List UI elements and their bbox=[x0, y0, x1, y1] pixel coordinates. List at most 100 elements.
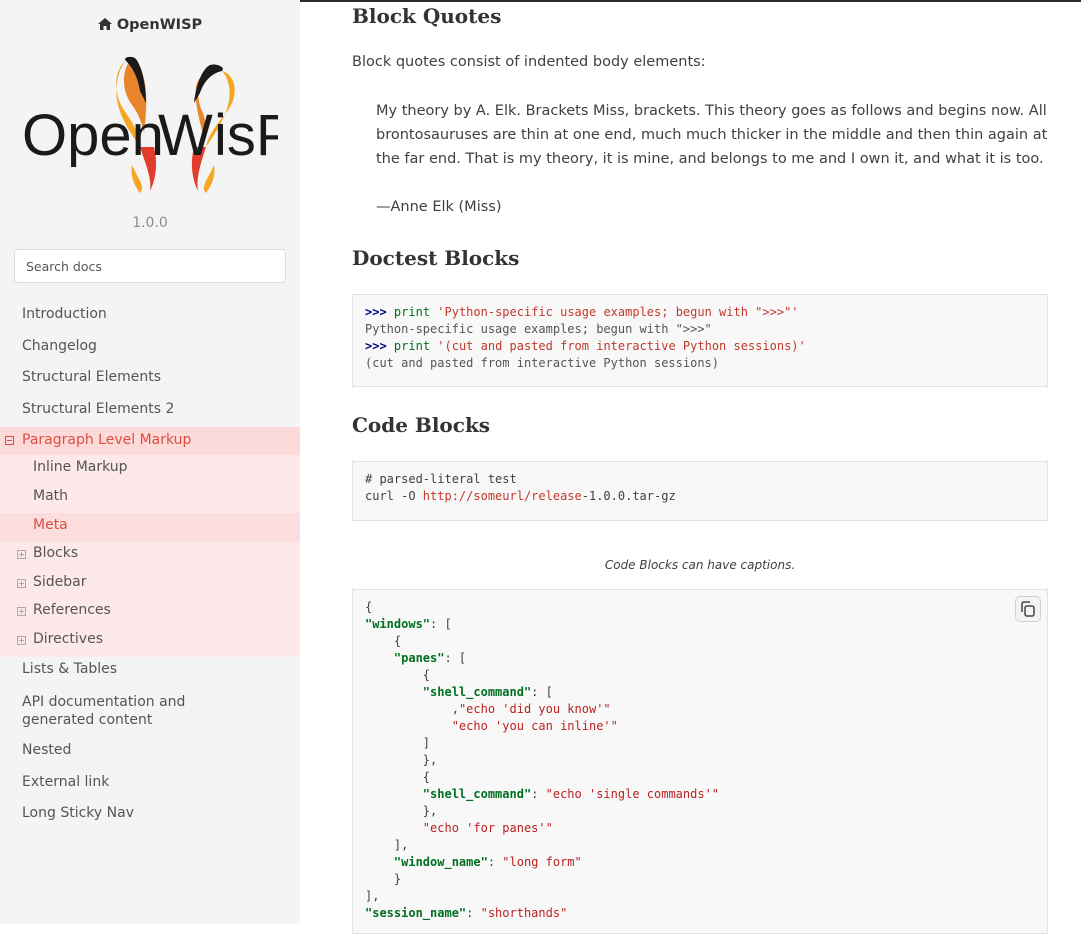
code-line: { bbox=[365, 633, 1035, 650]
nav-item-introduction[interactable]: Introduction bbox=[0, 306, 300, 322]
expand-icon[interactable] bbox=[17, 607, 26, 616]
block-quote-text: My theory by A. Elk. Brackets Miss, brac… bbox=[376, 103, 1048, 167]
nav-item-inline-markup[interactable]: Inline Markup bbox=[0, 459, 300, 475]
expand-icon[interactable] bbox=[17, 579, 26, 588]
code-caption: Code Blocks can have captions. bbox=[604, 558, 796, 572]
openwisp-logo[interactable]: Open W isP bbox=[22, 55, 295, 195]
version-label: 1.0.0 bbox=[132, 215, 168, 231]
nav-label: Structural Elements 2 bbox=[22, 401, 175, 417]
output: Python-specific usage examples; begun wi… bbox=[365, 322, 712, 336]
nav-item-nested[interactable]: Nested bbox=[0, 742, 300, 758]
nav-item-changelog[interactable]: Changelog bbox=[0, 338, 300, 354]
code-post: : bbox=[466, 906, 481, 920]
nav-label: Structural Elements bbox=[22, 369, 161, 385]
code-post: : [ bbox=[531, 685, 553, 699]
filename-suffix: -1.0.0.tar-gz bbox=[581, 489, 676, 503]
code-line: ,"echo 'did you know'" bbox=[365, 701, 1035, 718]
expand-icon[interactable] bbox=[17, 636, 26, 645]
code-pre: ] bbox=[365, 736, 431, 750]
code-pre: { bbox=[365, 600, 373, 614]
code-line: "windows": [ bbox=[365, 616, 1035, 633]
code-str: "echo 'you can inline'" bbox=[451, 719, 618, 733]
comment: # parsed-literal test bbox=[365, 472, 517, 486]
block-quotes-intro: Block quotes consist of indented body el… bbox=[352, 54, 706, 70]
nav-label: Paragraph Level Markup bbox=[22, 432, 192, 448]
nav-item-long-sticky-nav[interactable]: Long Sticky Nav bbox=[0, 805, 300, 821]
nav-item-structural-elements[interactable]: Structural Elements bbox=[0, 369, 300, 385]
nav-label: Changelog bbox=[22, 338, 97, 354]
nav-item-structural-elements-2[interactable]: Structural Elements 2 bbox=[0, 401, 300, 417]
nav-item-blocks[interactable]: Blocks bbox=[0, 545, 300, 561]
logo-text-right: isP bbox=[214, 103, 278, 168]
json-lines: {"windows": [ { "panes": [ { "shell_comm… bbox=[365, 599, 1035, 922]
nav-label: Nested bbox=[22, 742, 72, 758]
nav-label: Inline Markup bbox=[33, 459, 128, 475]
nav-item-math[interactable]: Math bbox=[0, 488, 300, 504]
nav-item-meta[interactable]: Meta bbox=[0, 513, 300, 542]
code-line: "panes": [ bbox=[365, 650, 1035, 667]
code-line: "session_name": "shorthands" bbox=[365, 905, 1035, 922]
code-line: "shell_command": "echo 'single commands'… bbox=[365, 786, 1035, 803]
search-input[interactable] bbox=[14, 249, 286, 283]
keyword: print bbox=[393, 305, 431, 319]
code-pre: ], bbox=[365, 838, 409, 852]
code-str: "echo 'did you know'" bbox=[458, 702, 611, 716]
code-pre bbox=[365, 719, 452, 733]
logo-text-w: W bbox=[158, 103, 213, 168]
heading-code-blocks: Code Blocks bbox=[352, 413, 491, 437]
doctest-code-block: >>> print 'Python-specific usage example… bbox=[352, 294, 1048, 387]
code-line: "echo 'you can inline'" bbox=[365, 718, 1035, 735]
code-key: "windows" bbox=[365, 617, 431, 631]
code-post: , bbox=[451, 702, 459, 716]
code-pre: }, bbox=[365, 753, 438, 767]
code-line: { bbox=[365, 667, 1035, 684]
command: curl -O bbox=[365, 489, 423, 503]
code-pre bbox=[365, 821, 423, 835]
nav-label: Blocks bbox=[33, 545, 79, 561]
nav-item-sidebar[interactable]: Sidebar bbox=[0, 574, 300, 590]
url-link[interactable]: http://someurl/release bbox=[423, 489, 582, 503]
code-line: "shell_command": [ bbox=[365, 684, 1035, 701]
nav-item-paragraph-level-markup[interactable]: Paragraph Level Markup bbox=[0, 427, 300, 455]
nav-item-api-documentation[interactable]: API documentation and generated content bbox=[0, 693, 300, 729]
code-pre bbox=[365, 855, 394, 869]
code-line: ] bbox=[365, 735, 1035, 752]
output: (cut and pasted from interactive Python … bbox=[365, 356, 720, 370]
keyword: print bbox=[393, 339, 431, 353]
parsed-literal-block: # parsed-literal test curl -O http://som… bbox=[352, 461, 1048, 521]
copy-button[interactable] bbox=[1015, 596, 1041, 622]
code-str: "shorthands" bbox=[480, 906, 568, 920]
code-line: } bbox=[365, 871, 1035, 888]
nav-label: Directives bbox=[33, 631, 103, 647]
code-line: "echo 'for panes'" bbox=[365, 820, 1035, 837]
code-key: "window_name" bbox=[393, 855, 488, 869]
code-post: : bbox=[487, 855, 503, 869]
code-pre bbox=[365, 787, 423, 801]
code-pre bbox=[365, 685, 423, 699]
nav-label: Sidebar bbox=[33, 574, 87, 590]
code-post: : [ bbox=[444, 651, 467, 665]
heading-block-quotes: Block Quotes bbox=[352, 4, 502, 28]
nav-label: Meta bbox=[33, 517, 68, 533]
brand-name: OpenWISP bbox=[116, 17, 203, 33]
code-pre: { bbox=[365, 668, 431, 682]
code-pre bbox=[365, 651, 394, 665]
json-code-block: {"windows": [ { "panes": [ { "shell_comm… bbox=[352, 589, 1048, 934]
code-post: : [ bbox=[430, 617, 452, 631]
code-str: "long form" bbox=[502, 855, 582, 869]
nav-label: Introduction bbox=[22, 306, 107, 322]
expand-icon[interactable] bbox=[17, 550, 26, 559]
nav-item-lists-tables[interactable]: Lists & Tables bbox=[0, 661, 300, 677]
code-key: "panes" bbox=[393, 651, 445, 665]
code-line: ], bbox=[365, 837, 1035, 854]
collapse-icon[interactable] bbox=[5, 436, 14, 445]
nav-item-references[interactable]: References bbox=[0, 602, 300, 618]
sidebar: OpenWISP Open W isP 1.0.0 Introduction C… bbox=[0, 0, 300, 924]
nav-item-directives[interactable]: Directives bbox=[0, 631, 300, 647]
brand-link[interactable]: OpenWISP bbox=[0, 17, 300, 34]
nav-label: Math bbox=[33, 488, 69, 504]
code-key: "shell_command" bbox=[422, 685, 532, 699]
nav-item-external-link[interactable]: External link bbox=[0, 774, 300, 790]
nav-label: Long Sticky Nav bbox=[22, 805, 134, 821]
code-pre: ], bbox=[365, 889, 380, 903]
